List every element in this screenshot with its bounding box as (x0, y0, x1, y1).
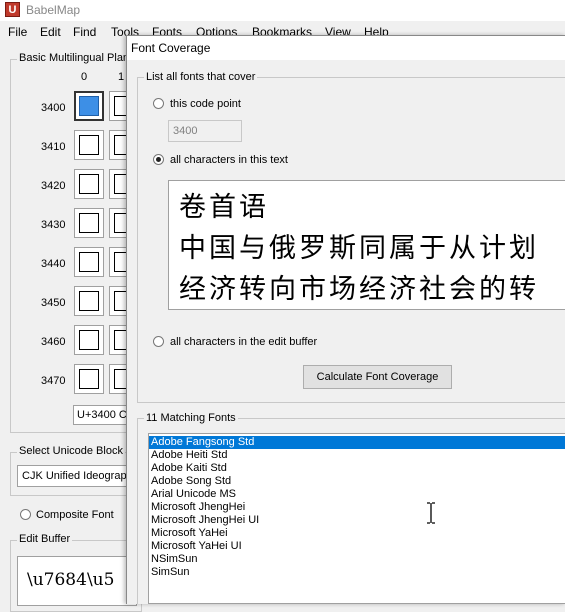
row-label: 3430 (41, 219, 66, 231)
matching-fonts-list[interactable]: Adobe Fangsong Std Adobe Heiti Std Adobe… (148, 433, 565, 604)
grid-cell[interactable] (74, 247, 104, 277)
edit-buffer-label: Edit Buffer (17, 533, 73, 545)
grid-cell[interactable] (74, 325, 104, 355)
text-line: 中国与俄罗斯同属于从计划 (179, 233, 539, 264)
edit-buffer-radio[interactable] (153, 336, 164, 347)
font-list-item[interactable]: Microsoft YaHei (151, 527, 228, 540)
calculate-coverage-button[interactable]: Calculate Font Coverage (303, 365, 452, 389)
row-label: 3450 (41, 297, 66, 309)
font-list-item[interactable]: Microsoft JhengHei UI (151, 514, 259, 527)
font-list-item[interactable]: Arial Unicode MS (151, 488, 236, 501)
glyph-box (79, 252, 99, 272)
dialog-title: Font Coverage (131, 41, 211, 55)
coverage-text-area[interactable]: 卷首语 中国与俄罗斯同属于从计划 经济转向市场经济社会的转 (168, 180, 565, 310)
glyph-box (79, 135, 99, 155)
code-point-status: U+3400 CJK (73, 405, 133, 425)
block-group-label: Select Unicode Block (17, 445, 125, 457)
text-line: 经济转向市场经济社会的转 (179, 274, 539, 305)
glyph-box (79, 291, 99, 311)
main-titlebar: U BabelMap (0, 0, 565, 21)
grid-cell[interactable] (74, 130, 104, 160)
row-label: 3400 (41, 102, 66, 114)
text-option-label: all characters in this text (170, 154, 288, 166)
text-radio[interactable] (153, 154, 164, 165)
code-point-radio[interactable] (153, 98, 164, 109)
menu-file[interactable]: File (8, 25, 27, 39)
code-point-input-value: 3400 (173, 125, 198, 137)
dialog-titlebar: Font Coverage (127, 36, 565, 60)
code-point-status-text: U+3400 CJK (77, 409, 132, 421)
grid-cell[interactable] (74, 208, 104, 238)
unicode-block-value: CJK Unified Ideographs Extension A (22, 470, 137, 482)
font-list-item[interactable]: NSimSun (151, 553, 197, 566)
glyph-box (79, 174, 99, 194)
font-list-item[interactable]: Adobe Heiti Std (151, 449, 227, 462)
col-header-0: 0 (81, 71, 88, 83)
menu-edit[interactable]: Edit (40, 25, 61, 39)
row-label: 3440 (41, 258, 66, 270)
composite-font-label: Composite Font (36, 509, 114, 521)
font-list-item[interactable]: SimSun (151, 566, 190, 579)
code-point-option-label: this code point (170, 98, 241, 110)
glyph-box (79, 213, 99, 233)
grid-cell[interactable] (74, 169, 104, 199)
font-list-item-selected[interactable]: Adobe Fangsong Std (149, 436, 565, 449)
font-coverage-dialog: Font Coverage List all fonts that cover … (126, 35, 565, 604)
font-list-item[interactable]: Adobe Song Std (151, 475, 231, 488)
grid-cell[interactable] (74, 286, 104, 316)
grid-cell[interactable] (74, 364, 104, 394)
grid-cell-selected[interactable] (74, 91, 104, 121)
glyph-box (79, 330, 99, 350)
glyph-box (79, 96, 99, 116)
matching-fonts-label: 11 Matching Fonts (144, 412, 238, 424)
edit-buffer-text: \u7684\u5 (27, 570, 115, 590)
font-list-item[interactable]: Microsoft YaHei UI (151, 540, 242, 553)
glyph-box (79, 369, 99, 389)
list-fonts-label: List all fonts that cover (144, 71, 258, 83)
col-header-1: 1 (118, 71, 125, 83)
edit-buffer-option-label: all characters in the edit buffer (170, 336, 318, 348)
row-label: 3470 (41, 375, 66, 387)
unicode-block-select[interactable]: CJK Unified Ideographs Extension A (17, 465, 137, 487)
font-list-item[interactable]: Adobe Kaiti Std (151, 462, 227, 475)
row-label: 3420 (41, 180, 66, 192)
composite-font-radio[interactable] (20, 509, 31, 520)
text-line: 卷首语 (179, 192, 269, 223)
plane-group-label: Basic Multilingual Plane (17, 52, 138, 64)
row-label: 3460 (41, 336, 66, 348)
edit-buffer-textarea[interactable]: \u7684\u5 (17, 556, 137, 606)
menu-find[interactable]: Find (73, 25, 96, 39)
code-point-input[interactable]: 3400 (168, 120, 242, 142)
text-cursor-icon (427, 502, 435, 524)
font-list-item[interactable]: Microsoft JhengHei (151, 501, 245, 514)
app-icon: U (5, 2, 20, 17)
row-label: 3410 (41, 141, 66, 153)
app-title: BabelMap (26, 3, 81, 17)
